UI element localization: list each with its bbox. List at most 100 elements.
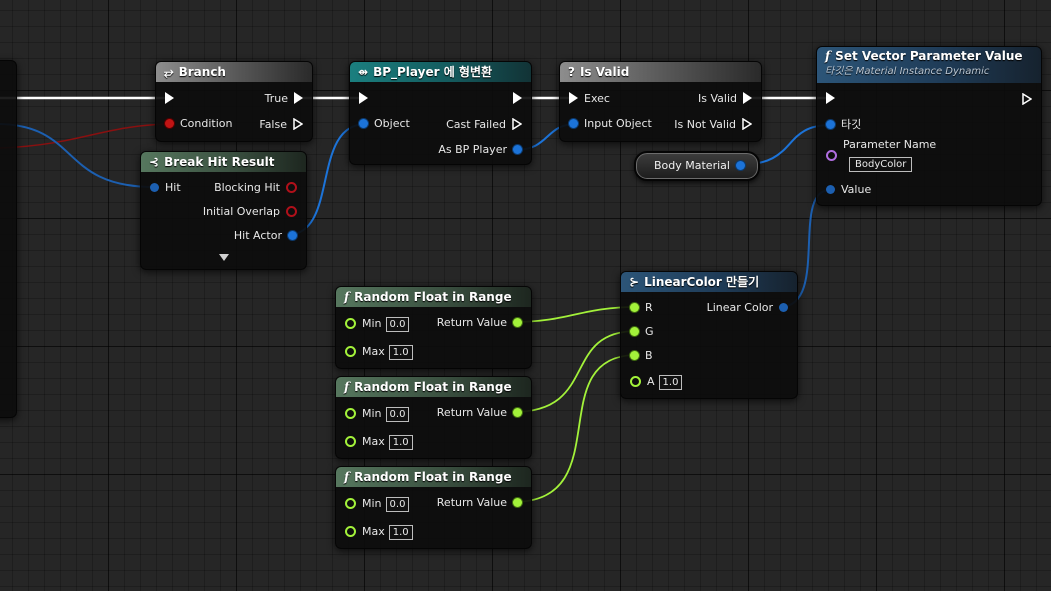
random-float-node[interactable]: f Random Float in Range Min 0.0 Return Val… (335, 286, 532, 369)
random-float-header[interactable]: f Random Float in Range (336, 377, 531, 397)
branch-node[interactable]: ⥂ Branch True Condition False (155, 61, 313, 142)
bool-pin[interactable] (286, 205, 297, 217)
random-float-header[interactable]: f Random Float in Range (336, 467, 531, 487)
hit-actor-row[interactable]: Hit Actor (234, 228, 297, 244)
exec-out-pin[interactable] (293, 117, 304, 131)
is-valid-header[interactable]: ? Is Valid (560, 62, 761, 82)
cast-node[interactable]: ⇴ BP_Player 에 형변환 Object Cast Failed As B… (349, 61, 532, 165)
expand-arrow-icon[interactable] (219, 254, 229, 261)
target-row[interactable]: 타깃 (826, 117, 861, 133)
exec-out-pin[interactable] (513, 92, 522, 104)
struct-pin[interactable] (826, 184, 835, 194)
a-value-field[interactable]: 1.0 (658, 374, 683, 390)
exec-in-pin[interactable] (165, 92, 174, 104)
exec-out-pin[interactable] (743, 92, 752, 104)
is-valid-node[interactable]: ? Is Valid Exec Is Valid Input Object Is … (559, 61, 762, 142)
exec-out-pin[interactable] (1022, 92, 1033, 106)
float-pin[interactable] (630, 326, 639, 336)
object-pin[interactable] (826, 119, 835, 129)
exec-out-pin[interactable] (742, 117, 753, 131)
name-pin[interactable] (826, 149, 837, 161)
min-value-field[interactable]: 0.0 (385, 496, 410, 512)
hit-row[interactable]: Hit (150, 180, 181, 196)
float-pin[interactable] (513, 407, 522, 417)
random-float-node[interactable]: f Random Float in Range Min 0.0 Return Val… (335, 376, 532, 459)
struct-pin[interactable] (150, 182, 159, 192)
min-row[interactable]: Min 0.0 (345, 406, 410, 422)
branch-true-row[interactable]: True (265, 91, 303, 107)
float-pin[interactable] (630, 375, 641, 387)
is-valid-out-row[interactable]: Is Valid (698, 91, 752, 107)
branch-header[interactable]: ⥂ Branch (156, 62, 312, 82)
struct-pin[interactable] (779, 302, 788, 312)
parameter-name-value[interactable]: BodyColor (849, 156, 913, 172)
initial-overlap-row[interactable]: Initial Overlap (203, 204, 297, 220)
cast-header[interactable]: ⇴ BP_Player 에 형변환 (350, 62, 531, 82)
min-value-field[interactable]: 0.0 (385, 316, 410, 332)
max-value-field[interactable]: 1.0 (388, 524, 413, 540)
max-value-field[interactable]: 1.0 (388, 434, 413, 450)
min-row[interactable]: Min 0.0 (345, 496, 410, 512)
branch-exec-in[interactable] (165, 91, 174, 107)
blocking-hit-row[interactable]: Blocking Hit (214, 180, 297, 196)
float-pin[interactable] (345, 407, 356, 419)
branch-condition-row[interactable]: Condition (165, 116, 233, 132)
float-pin[interactable] (513, 497, 522, 507)
exec-out-pin[interactable] (512, 117, 523, 131)
min-value-field[interactable]: 0.0 (385, 406, 410, 422)
return-value-row[interactable]: Return Value (437, 405, 522, 421)
make-linearcolor-header[interactable]: ⊱ LinearColor 만들기 (621, 272, 797, 292)
r-row[interactable]: R (630, 300, 653, 316)
max-row[interactable]: Max 1.0 (345, 344, 413, 360)
cast-as-row[interactable]: As BP Player (438, 142, 522, 158)
make-linearcolor-node[interactable]: ⊱ LinearColor 만들기 R Linear Color G B A 1.0 (620, 271, 798, 399)
value-row[interactable]: Value (826, 182, 871, 198)
float-pin[interactable] (345, 525, 356, 537)
g-row[interactable]: G (630, 324, 654, 340)
object-pin[interactable] (513, 144, 522, 154)
max-row[interactable]: Max 1.0 (345, 434, 413, 450)
exec-in-pin[interactable] (826, 92, 835, 104)
is-not-valid-row[interactable]: Is Not Valid (674, 117, 753, 133)
set-vector-node[interactable]: f Set Vector Parameter Value 타깃은 Material… (816, 46, 1042, 206)
min-row[interactable]: Min 0.0 (345, 316, 410, 332)
float-pin[interactable] (345, 317, 356, 329)
input-object-row[interactable]: Input Object (569, 116, 652, 132)
object-pin[interactable] (569, 118, 578, 128)
object-pin[interactable] (735, 160, 745, 170)
break-hit-header[interactable]: ⊰ Break Hit Result (141, 152, 306, 172)
return-value-row[interactable]: Return Value (437, 315, 522, 331)
break-hit-node[interactable]: ⊰ Break Hit Result Hit Blocking Hit Initi… (140, 151, 307, 270)
cast-failed-row[interactable]: Cast Failed (446, 117, 523, 133)
a-row[interactable]: A 1.0 (630, 374, 683, 390)
max-value-field[interactable]: 1.0 (388, 344, 413, 360)
object-pin[interactable] (288, 230, 297, 240)
set-vector-exec-in[interactable] (826, 91, 835, 107)
max-row[interactable]: Max 1.0 (345, 524, 413, 540)
cast-exec-out[interactable] (513, 91, 522, 107)
float-pin[interactable] (345, 497, 356, 509)
set-vector-exec-out[interactable] (1022, 92, 1033, 108)
exec-in-pin[interactable] (569, 92, 578, 104)
float-pin[interactable] (630, 350, 639, 360)
b-row[interactable]: B (630, 348, 653, 364)
set-vector-header[interactable]: f Set Vector Parameter Value 타깃은 Material… (817, 47, 1041, 83)
random-float-node[interactable]: f Random Float in Range Min 0.0 Return Val… (335, 466, 532, 549)
linear-color-row[interactable]: Linear Color (707, 300, 788, 316)
offscreen-node[interactable] (0, 60, 17, 418)
cast-object-row[interactable]: Object (359, 116, 410, 132)
float-pin[interactable] (630, 302, 639, 312)
float-pin[interactable] (345, 435, 356, 447)
parameter-name-row[interactable]: Parameter Name (826, 138, 936, 161)
return-value-row[interactable]: Return Value (437, 495, 522, 511)
exec-in-pin[interactable] (359, 92, 368, 104)
parameter-name-field[interactable]: BodyColor (849, 156, 913, 172)
is-valid-exec-row[interactable]: Exec (569, 91, 610, 107)
bool-pin[interactable] (165, 118, 174, 128)
branch-false-row[interactable]: False (259, 117, 304, 133)
exec-out-pin[interactable] (294, 92, 303, 104)
body-material-variable[interactable]: Body Material (634, 151, 760, 181)
cast-exec-in[interactable] (359, 91, 368, 107)
float-pin[interactable] (345, 345, 356, 357)
float-pin[interactable] (513, 317, 522, 327)
